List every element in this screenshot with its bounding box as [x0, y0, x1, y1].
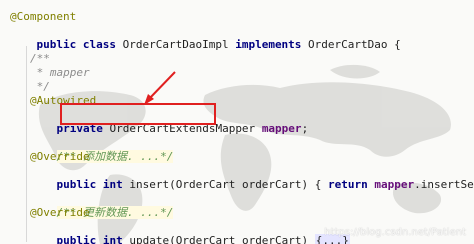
- highlight-box: [60, 103, 216, 125]
- override-annotation-insert: @Override: [30, 150, 90, 163]
- insert-method: public int insert(OrderCart orderCart) {…: [30, 164, 474, 191]
- doc-comment-open: /**: [30, 52, 50, 65]
- update-doc-comment[interactable]: /** 更新数据. ...*/: [30, 192, 174, 219]
- implements-keyword: implements: [235, 38, 302, 51]
- update-signature: update(OrderCart orderCart): [129, 234, 315, 244]
- code-editor[interactable]: @Component public class OrderCartDaoImpl…: [0, 0, 474, 244]
- return-keyword: return: [328, 178, 375, 191]
- update-modifiers: public int: [56, 234, 130, 244]
- mapper-field: mapper: [261, 122, 302, 135]
- override-annotation-update: @Override: [30, 206, 90, 219]
- component-annotation: @Component: [10, 10, 77, 23]
- watermark-text: https://blog.csdn.net/Patient: [324, 227, 466, 238]
- interface-name: OrderCartDao {: [301, 38, 401, 51]
- insert-doc-comment[interactable]: /** 添加数据. ...*/: [30, 136, 174, 163]
- mapper-reference: mapper: [374, 178, 415, 191]
- indent-guide: [26, 46, 27, 242]
- doc-comment-body: * mapper: [30, 66, 90, 79]
- doc-comment-close: */: [30, 80, 50, 93]
- class-declaration: public class OrderCartDaoImpl implements…: [10, 24, 401, 51]
- insert-modifiers: public int: [56, 178, 130, 191]
- insert-signature: insert(OrderCart orderCart) {: [129, 178, 329, 191]
- arrow-annotation-icon: [144, 71, 176, 105]
- update-method: public int update(OrderCart orderCart) {…: [30, 220, 350, 244]
- class-name: OrderCartDaoImpl: [115, 38, 236, 51]
- insert-call: .insertSelective(orderCart); }: [414, 178, 474, 191]
- class-keyword: public class: [36, 38, 116, 51]
- statement-end: ;: [301, 122, 309, 135]
